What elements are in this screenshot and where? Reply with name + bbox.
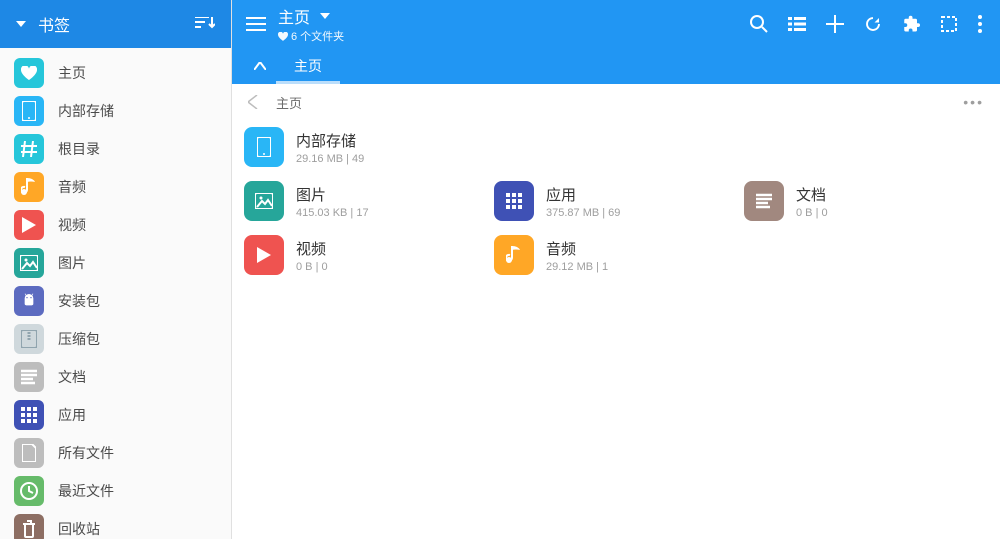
appbar-subtitle: 6 个文件夹 xyxy=(278,28,344,44)
clock-icon xyxy=(14,476,44,506)
add-button[interactable] xyxy=(816,5,854,43)
folder-tile-4[interactable]: 视频 0 B | 0 xyxy=(240,228,490,282)
breadcrumb-path[interactable]: 主页 xyxy=(276,93,963,112)
tab-0[interactable]: 主页 xyxy=(276,48,340,84)
sidebar: 书签 主页内部存储根目录音频视频图片安装包压缩包文档应用所有文件最近文件回收站 xyxy=(0,0,232,539)
content-grid: 内部存储 29.16 MB | 49 图片 415.03 KB | 17 应用 375.8… xyxy=(232,120,1000,282)
tile-name: 应用 xyxy=(546,184,620,205)
sidebar-item-label: 视频 xyxy=(58,215,86,235)
sidebar-item-label: 内部存储 xyxy=(58,101,114,121)
tab-bar: 主页 xyxy=(232,48,1000,84)
image-icon xyxy=(244,181,284,221)
play-icon xyxy=(14,210,44,240)
sidebar-item-3[interactable]: 音频 xyxy=(0,168,231,206)
image-icon xyxy=(14,248,44,278)
android-icon xyxy=(14,286,44,316)
sidebar-item-8[interactable]: 文档 xyxy=(0,358,231,396)
tile-name: 文档 xyxy=(796,184,828,205)
trash-icon xyxy=(14,514,44,539)
sidebar-title: 书签 xyxy=(38,12,195,36)
sidebar-dropdown-icon[interactable] xyxy=(16,21,26,27)
overflow-button[interactable] xyxy=(968,5,992,43)
tile-meta: 29.12 MB | 1 xyxy=(546,261,608,273)
sidebar-item-2[interactable]: 根目录 xyxy=(0,130,231,168)
sidebar-item-1[interactable]: 内部存储 xyxy=(0,92,231,130)
apps-icon xyxy=(494,181,534,221)
select-button[interactable] xyxy=(930,5,968,43)
sidebar-item-4[interactable]: 视频 xyxy=(0,206,231,244)
sidebar-header: 书签 xyxy=(0,0,231,48)
extensions-button[interactable] xyxy=(892,5,930,43)
sidebar-item-label: 文档 xyxy=(58,367,86,387)
sidebar-item-0[interactable]: 主页 xyxy=(0,54,231,92)
phone-icon xyxy=(14,96,44,126)
tile-name: 内部存储 xyxy=(296,130,364,151)
tile-meta: 29.16 MB | 49 xyxy=(296,153,364,165)
sidebar-item-label: 主页 xyxy=(58,63,86,83)
tile-meta: 415.03 KB | 17 xyxy=(296,207,369,219)
refresh-button[interactable] xyxy=(854,5,892,43)
tile-name: 视频 xyxy=(296,238,328,259)
music-icon xyxy=(494,235,534,275)
sidebar-item-label: 回收站 xyxy=(58,519,100,539)
sidebar-list: 主页内部存储根目录音频视频图片安装包压缩包文档应用所有文件最近文件回收站 xyxy=(0,48,231,539)
search-button[interactable] xyxy=(740,5,778,43)
zip-icon xyxy=(14,324,44,354)
folder-tile-2[interactable]: 应用 375.87 MB | 69 xyxy=(490,174,740,228)
sidebar-item-9[interactable]: 应用 xyxy=(0,396,231,434)
all-icon xyxy=(14,438,44,468)
title-dropdown-icon xyxy=(320,13,330,19)
sidebar-item-label: 所有文件 xyxy=(58,443,114,463)
sidebar-item-6[interactable]: 安装包 xyxy=(0,282,231,320)
appbar-title: 主页 xyxy=(278,4,310,28)
phone-icon xyxy=(244,127,284,167)
breadcrumb-bar: 主页 ••• xyxy=(232,84,1000,120)
menu-button[interactable] xyxy=(238,9,274,39)
sidebar-item-label: 根目录 xyxy=(58,139,100,159)
music-icon xyxy=(14,172,44,202)
tab-label: 主页 xyxy=(294,56,322,76)
folder-tile-5[interactable]: 音频 29.12 MB | 1 xyxy=(490,228,740,282)
sidebar-item-5[interactable]: 图片 xyxy=(0,244,231,282)
sidebar-item-label: 应用 xyxy=(58,405,86,425)
sidebar-item-label: 最近文件 xyxy=(58,481,114,501)
tile-name: 图片 xyxy=(296,184,369,205)
main: 主页 6 个文件夹 主页 xyxy=(232,0,1000,539)
folder-tile-0[interactable]: 内部存储 29.16 MB | 49 xyxy=(240,120,992,174)
tile-meta: 0 B | 0 xyxy=(296,261,328,273)
hash-icon xyxy=(14,134,44,164)
breadcrumb-back-icon[interactable] xyxy=(248,95,258,109)
sort-icon[interactable] xyxy=(195,17,215,31)
heart-icon xyxy=(278,32,288,41)
sidebar-item-11[interactable]: 最近文件 xyxy=(0,472,231,510)
tile-name: 音频 xyxy=(546,238,608,259)
app-bar: 主页 6 个文件夹 xyxy=(232,0,1000,48)
apps-icon xyxy=(14,400,44,430)
play-icon xyxy=(244,235,284,275)
folder-tile-3[interactable]: 文档 0 B | 0 xyxy=(740,174,990,228)
sidebar-item-label: 图片 xyxy=(58,253,86,273)
sidebar-item-10[interactable]: 所有文件 xyxy=(0,434,231,472)
collapse-tabs-icon[interactable] xyxy=(244,56,276,76)
sidebar-item-12[interactable]: 回收站 xyxy=(0,510,231,539)
heart-icon xyxy=(14,58,44,88)
tile-meta: 0 B | 0 xyxy=(796,207,828,219)
folder-tile-1[interactable]: 图片 415.03 KB | 17 xyxy=(240,174,490,228)
tile-meta: 375.87 MB | 69 xyxy=(546,207,620,219)
sidebar-item-7[interactable]: 压缩包 xyxy=(0,320,231,358)
view-list-button[interactable] xyxy=(778,7,816,41)
doc-icon xyxy=(14,362,44,392)
doc-icon xyxy=(744,181,784,221)
sidebar-item-label: 压缩包 xyxy=(58,329,100,349)
sidebar-item-label: 安装包 xyxy=(58,291,100,311)
sidebar-item-label: 音频 xyxy=(58,177,86,197)
appbar-title-block[interactable]: 主页 6 个文件夹 xyxy=(278,4,344,44)
breadcrumb-more-icon[interactable]: ••• xyxy=(963,94,984,110)
